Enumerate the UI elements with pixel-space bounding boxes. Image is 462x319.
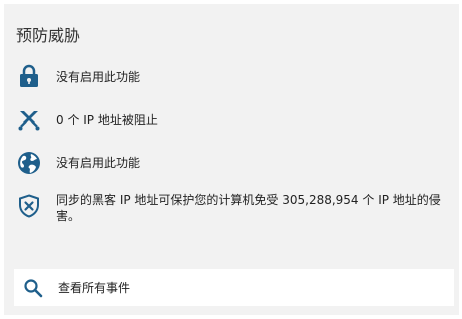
blocked-ip-count-text: 0 个 IP 地址被阻止	[56, 113, 158, 127]
view-all-events-button[interactable]: 查看所有事件	[14, 269, 454, 306]
threat-prevention-panel: 预防威胁 没有启用此功能 0 个 IP 地址被阻止 没有启用此功能 同步的黑客 …	[4, 4, 459, 315]
feature-row-hacker-ips: 同步的黑客 IP 地址可保护您的计算机免受 305,288,954 个 IP 地…	[16, 190, 446, 224]
feature-status-text: 没有启用此功能	[56, 156, 141, 170]
panel-title: 预防威胁	[16, 26, 81, 45]
feature-row-blocked-ips: 0 个 IP 地址被阻止	[16, 107, 446, 133]
view-all-events-label: 查看所有事件	[58, 281, 131, 295]
crossed-swords-icon	[16, 107, 42, 133]
feature-row-lock: 没有启用此功能	[16, 63, 446, 89]
feature-row-globe: 没有启用此功能	[16, 150, 446, 176]
feature-status-text: 没有启用此功能	[56, 70, 141, 84]
lock-icon	[16, 63, 42, 89]
shield-x-icon	[16, 193, 42, 219]
hacker-ip-protection-text: 同步的黑客 IP 地址可保护您的计算机免受 305,288,954 个 IP 地…	[56, 193, 441, 223]
globe-icon	[16, 150, 42, 176]
search-icon	[22, 277, 44, 299]
